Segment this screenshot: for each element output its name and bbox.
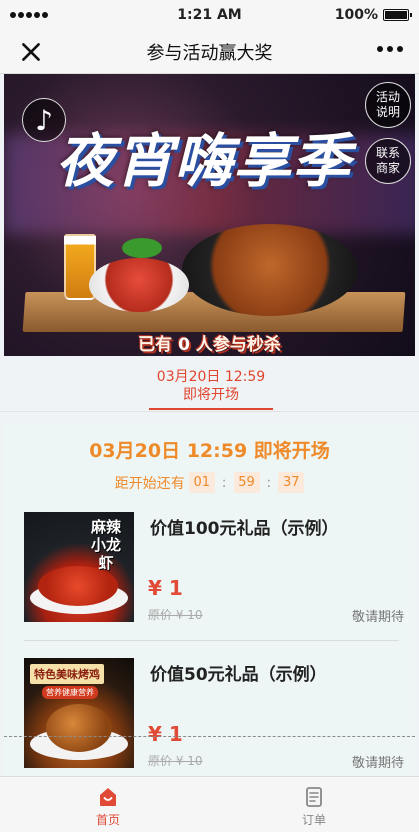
rules-button[interactable]: 活动说明 [365,82,411,128]
product-card[interactable]: 特色美味烤鸡 营养健康营养 价值50元礼品（示例） ¥ 1 原价 ¥ 10 敬请… [24,658,404,771]
product-thumbnail: 特色美味烤鸡 营养健康营养 [24,658,134,768]
sale-price: ¥ 1 [148,576,183,600]
session-headline: 03月20日 12:59 即将开场 [89,440,330,462]
greens-image [122,238,162,258]
promo-banner: 夜宵嗨享季 ♪ 活动说明 联系商家 已有 0 人参与秒杀 [4,74,415,356]
countdown-hours: 01 [188,472,215,493]
nav-bar: 参与活动赢大奖 [0,30,419,74]
session-time: 03月20日 12:59 [156,369,266,385]
participants-count: 0 [178,335,190,355]
tab-home[interactable]: 首页 [68,785,148,828]
session-tabs: 03月20日 12:59 即将开场 [0,356,419,412]
orders-icon [306,787,322,807]
session-status: 即将开场 [183,387,239,403]
tab-orders-label: 订单 [301,813,326,827]
bottom-tab-bar: 首页 订单 [0,776,419,832]
status-text: 敬请期待 [351,756,404,771]
product-name: 价值100元礼品（示例） [150,519,339,539]
more-icon[interactable] [377,46,403,52]
close-icon[interactable] [18,39,44,65]
active-tab-underline [149,408,273,410]
tab-orders[interactable]: 订单 [274,785,354,828]
session-panel: 03月20日 12:59 即将开场 距开始还有 01 : 59 : 37 麻辣小… [4,424,415,776]
battery-icon [383,9,412,21]
product-card[interactable]: 麻辣小龙虾 价值100元礼品（示例） ¥ 1 原价 ¥ 10 敬请期待 [24,512,404,625]
product-name: 价值50元礼品（示例） [150,665,327,685]
page-title: 参与活动赢大奖 [146,42,273,64]
countdown-seconds: 37 [278,472,305,493]
participants-text: 已有 0 人参与秒杀 [4,330,415,355]
dashed-divider [4,736,415,737]
status-bar: 1:21 AM 100% [0,0,419,30]
thumbnail-subcaption: 营养健康营养 [42,686,98,699]
dish-image [182,224,358,316]
countdown-minutes: 59 [233,472,260,493]
product-thumbnail: 麻辣小龙虾 [24,512,134,622]
original-price: 原价 ¥ 10 [148,608,203,622]
banner-title: 夜宵嗨享季 [56,127,352,195]
status-text: 敬请期待 [351,610,404,625]
participants-suffix: 人参与秒杀 [195,335,281,355]
original-price: 原价 ¥ 10 [148,754,203,768]
divider [24,640,399,641]
countdown: 距开始还有 01 : 59 : 37 [4,472,415,493]
participants-prefix: 已有 [138,335,173,355]
thumbnail-caption: 麻辣小龙虾 [90,518,121,572]
thumbnail-caption: 特色美味烤鸡 [30,664,104,684]
crawfish-plate-image [89,258,189,312]
home-icon [100,788,116,806]
session-tab-active[interactable]: 03月20日 12:59 即将开场 [149,368,273,410]
music-note-icon[interactable]: ♪ [22,98,66,142]
status-time: 1:21 AM [177,7,242,23]
contact-merchant-button[interactable]: 联系商家 [365,138,411,184]
sale-price: ¥ 1 [148,722,183,746]
countdown-label: 距开始还有 [114,475,185,492]
tab-home-label: 首页 [95,813,120,827]
